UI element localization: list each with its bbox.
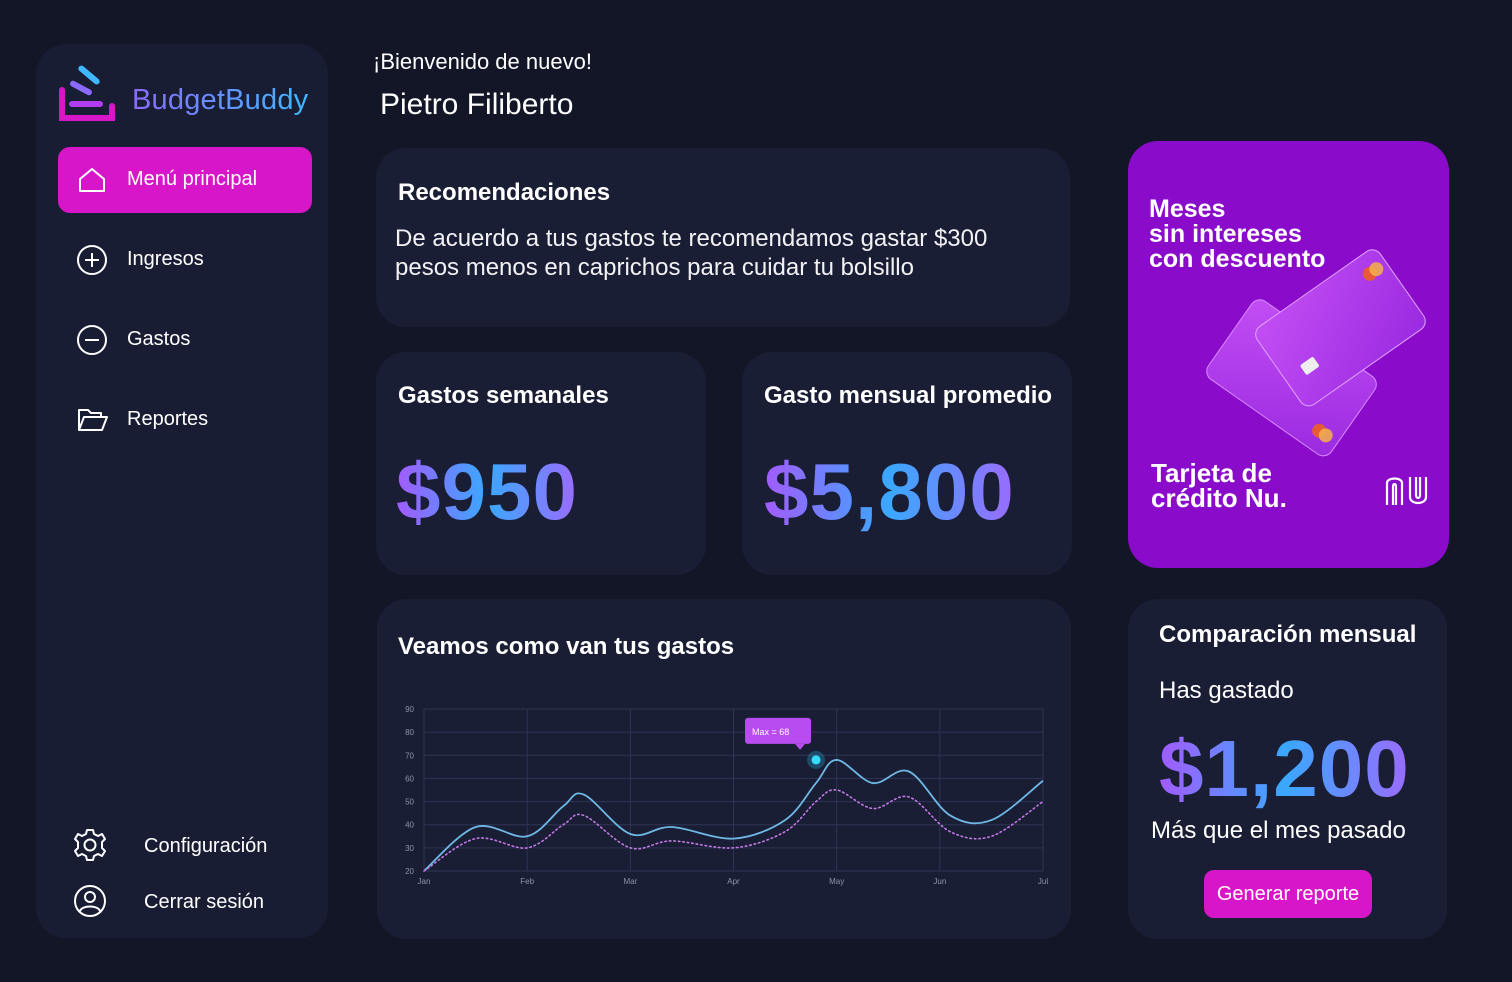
monthly-average-title: Gasto mensual promedio bbox=[764, 382, 1053, 409]
gear-icon bbox=[74, 829, 106, 861]
nu-logo-icon bbox=[1385, 477, 1428, 505]
settings-label: Configuración bbox=[144, 835, 268, 857]
minus-circle-icon bbox=[77, 325, 107, 355]
sidebar-item-menu-principal[interactable]: Menú principal bbox=[58, 147, 312, 213]
chart-x-tick-label: Feb bbox=[520, 877, 534, 886]
chart-y-tick-label: 70 bbox=[405, 751, 414, 760]
monthly-comparison-card: Comparación mensual Has gastado $1,200 M… bbox=[1128, 599, 1447, 939]
logout-button[interactable]: Cerrar sesión bbox=[72, 877, 312, 925]
expenses-chart-card: Veamos como van tus gastos 20 30 40 50 60 70 8… bbox=[377, 599, 1071, 939]
comparison-subtitle: Has gastado bbox=[1159, 677, 1294, 704]
chart-y-tick-label: 50 bbox=[405, 798, 414, 807]
nu-card-promo[interactable]: Meses sin intereses con descuento Tarjet… bbox=[1128, 141, 1449, 568]
chart-y-tick-label: 20 bbox=[405, 867, 414, 876]
chart-tooltip-pointer bbox=[795, 743, 806, 750]
sidebar-item-label: Menú principal bbox=[127, 168, 258, 190]
chart-x-tick-label: Jun bbox=[933, 877, 946, 886]
chart-x-tick-label: Jan bbox=[418, 877, 431, 886]
comparison-title: Comparación mensual bbox=[1159, 621, 1417, 648]
monthly-average-value: $5,800 bbox=[764, 447, 1015, 536]
chart-highlight-point bbox=[811, 755, 821, 765]
sidebar: BudgetBuddy Menú principal Ingresos Gast… bbox=[36, 44, 328, 938]
home-icon bbox=[79, 168, 105, 192]
promo-headline-line1: Meses bbox=[1149, 195, 1226, 223]
recommendations-title: Recomendaciones bbox=[398, 179, 611, 206]
chart-x-tick-label: May bbox=[829, 877, 844, 886]
user-name: Pietro Filiberto bbox=[380, 88, 574, 121]
comparison-value: $1,200 bbox=[1159, 724, 1410, 813]
settings-button[interactable]: Configuración bbox=[72, 821, 312, 869]
chart-y-tick-label: 90 bbox=[405, 705, 414, 714]
chart-y-tick-label: 40 bbox=[405, 821, 414, 830]
logout-label: Cerrar sesión bbox=[144, 891, 265, 913]
chart-x-tick-label: Mar bbox=[623, 877, 637, 886]
sidebar-item-ingresos[interactable]: Ingresos bbox=[58, 227, 312, 293]
recommendations-card: Recomendaciones De acuerdo a tus gastos … bbox=[376, 148, 1070, 327]
credit-cards-illustration bbox=[1206, 249, 1426, 457]
weekly-expenses-card: Gastos semanales $950 bbox=[376, 352, 706, 575]
chart-x-tick-label: Jul bbox=[1038, 877, 1048, 886]
chart-tooltip-label: Max = 68 bbox=[752, 727, 789, 737]
sidebar-item-reportes[interactable]: Reportes bbox=[58, 387, 312, 453]
comparison-caption: Más que el mes pasado bbox=[1151, 817, 1406, 844]
brand-name: BudgetBuddy bbox=[132, 84, 309, 116]
recommendations-text: De acuerdo a tus gastos te recomendamos … bbox=[395, 225, 988, 281]
sidebar-item-label: Reportes bbox=[127, 408, 209, 430]
sidebar-item-gastos[interactable]: Gastos bbox=[58, 307, 312, 373]
user-circle-icon bbox=[74, 885, 106, 917]
weekly-expenses-value: $950 bbox=[396, 447, 578, 536]
chart-y-tick-label: 80 bbox=[405, 728, 414, 737]
greeting-text: ¡Bienvenido de nuevo! bbox=[373, 49, 592, 74]
generate-report-button[interactable]: Generar reporte bbox=[1204, 870, 1372, 918]
expenses-line-chart[interactable]: 20 30 40 50 60 70 80 90 Jan Feb Mar Apr May Jun Jul Max… bbox=[377, 599, 1071, 939]
promo-card-name: Tarjeta de crédito Nu. bbox=[1151, 458, 1287, 513]
sidebar-item-label: Ingresos bbox=[127, 248, 204, 270]
chart-x-tick-label: Apr bbox=[727, 877, 740, 886]
stack-logo-icon bbox=[59, 65, 115, 121]
monthly-average-card: Gasto mensual promedio $5,800 bbox=[742, 352, 1072, 575]
chart-y-tick-label: 30 bbox=[405, 844, 414, 853]
chart-y-tick-label: 60 bbox=[405, 774, 414, 783]
sidebar-item-label: Gastos bbox=[127, 328, 191, 350]
weekly-expenses-title: Gastos semanales bbox=[398, 382, 609, 409]
folder-open-icon bbox=[78, 409, 108, 431]
plus-circle-icon bbox=[77, 245, 107, 275]
